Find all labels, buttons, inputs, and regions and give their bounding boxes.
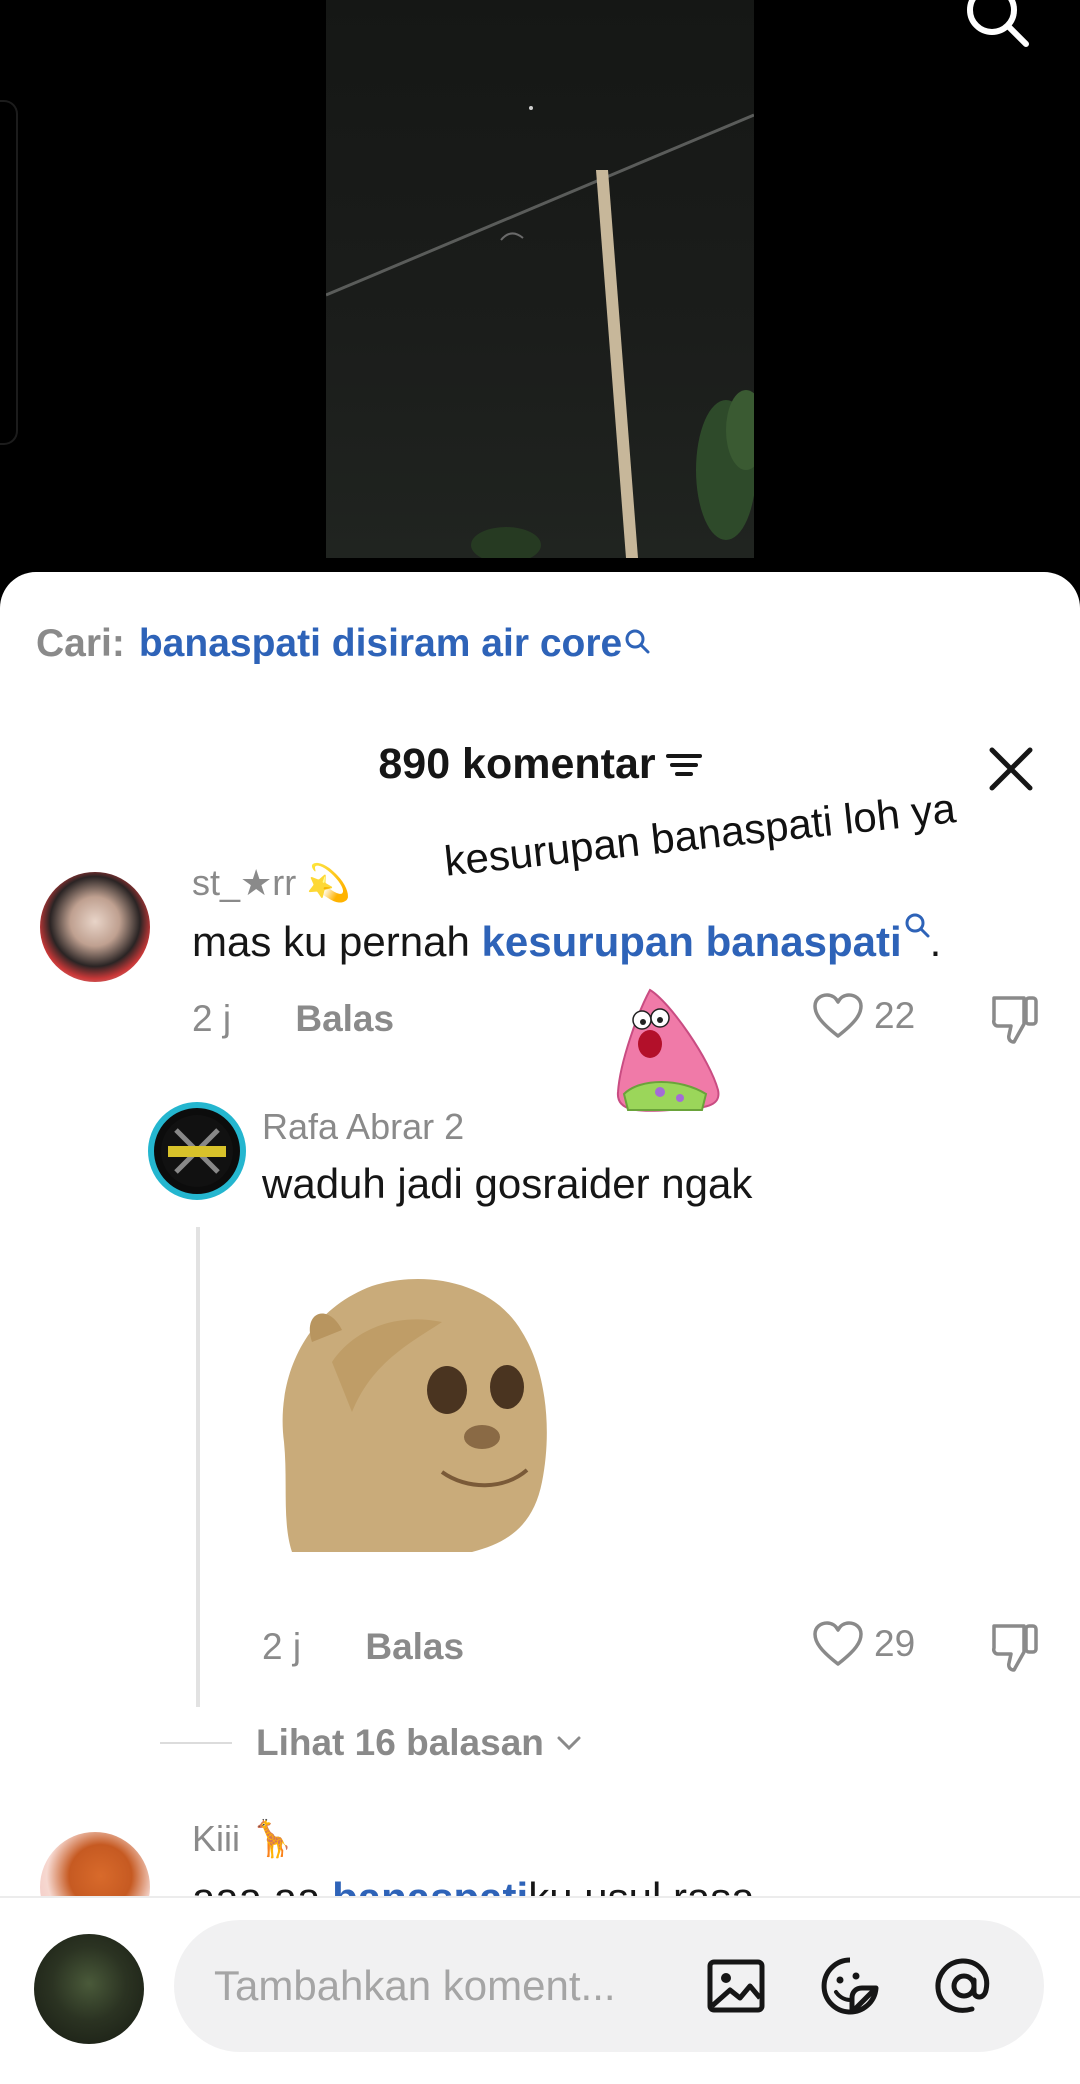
comment-count-label: 890 komentar [378,740,656,788]
thumbs-down-icon[interactable] [988,992,1042,1046]
comment-composer [0,1896,1080,2084]
comment-text-part: mas ku pernah [192,918,482,965]
comment-input[interactable] [214,1956,684,2016]
comment-time: 2 j [262,1626,302,1667]
comment-text-part: . [929,918,942,965]
username-emoji: 🦒 [250,1818,295,1859]
view-replies-button[interactable]: Lihat 16 balasan [160,1722,584,1764]
comment-username[interactable]: st_★rr 💫 [192,862,351,904]
avatar[interactable] [148,1102,246,1200]
sort-icon[interactable] [665,750,702,780]
username-text: st_★rr [192,862,297,903]
like-count: 22 [874,995,916,1036]
username-text: Kiii [192,1818,241,1859]
comment-meta: 2 j Balas [192,998,394,1040]
avatar[interactable] [40,872,150,982]
like-button[interactable]: 29 [812,1620,915,1668]
search-icon[interactable] [962,0,1032,50]
comments-sheet: Cari: banaspati disiram air core 890 kom… [0,572,1080,2084]
comment-count[interactable]: 890 komentar [378,740,702,789]
reply-button[interactable]: Balas [365,1626,464,1667]
heart-icon [813,993,863,1038]
video-frame [325,0,766,563]
comment-meta: 2 j Balas [262,1626,464,1668]
thread-line [196,1227,200,1707]
comment-username[interactable]: Rafa Abrar 2 [262,1106,464,1148]
side-panel-handle[interactable] [0,100,18,445]
reply-gif-image[interactable] [272,1272,612,1552]
comment-input-container[interactable] [174,1920,1044,2052]
like-count: 29 [874,1623,916,1664]
comment-username[interactable]: Kiii 🦒 [192,1818,295,1860]
search-icon [905,913,930,938]
image-icon[interactable] [704,1954,768,2018]
comment-time: 2 j [192,998,232,1039]
avatar[interactable] [34,1934,144,2044]
username-emoji: 💫 [306,862,352,903]
sticker-image [616,988,720,1112]
search-label: Cari: [36,622,125,665]
at-icon[interactable] [932,1954,996,2018]
thumbs-down-icon[interactable] [988,1620,1042,1674]
search-query-link[interactable]: banaspati disiram air core [139,622,622,666]
video-scene [325,106,766,563]
divider [160,1742,232,1744]
comment-text: mas ku pernah kesurupan banaspati. [192,913,942,966]
view-replies-label: Lihat 16 balasan [256,1722,544,1763]
chevron-down-icon [557,1736,581,1751]
search-icon [625,629,650,654]
video-player[interactable] [0,0,1080,600]
like-button[interactable]: 22 [812,992,915,1040]
emoji-icon[interactable] [818,1954,882,2018]
logo-image [161,1115,233,1187]
comment-search-link[interactable]: kesurupan banaspati [482,918,902,965]
comment-text: waduh jadi gosraider ngak [262,1160,753,1207]
close-icon[interactable] [986,744,1036,794]
reply-button[interactable]: Balas [295,998,394,1039]
search-suggestion[interactable]: Cari: banaspati disiram air core [36,622,650,666]
heart-icon [813,1621,863,1666]
